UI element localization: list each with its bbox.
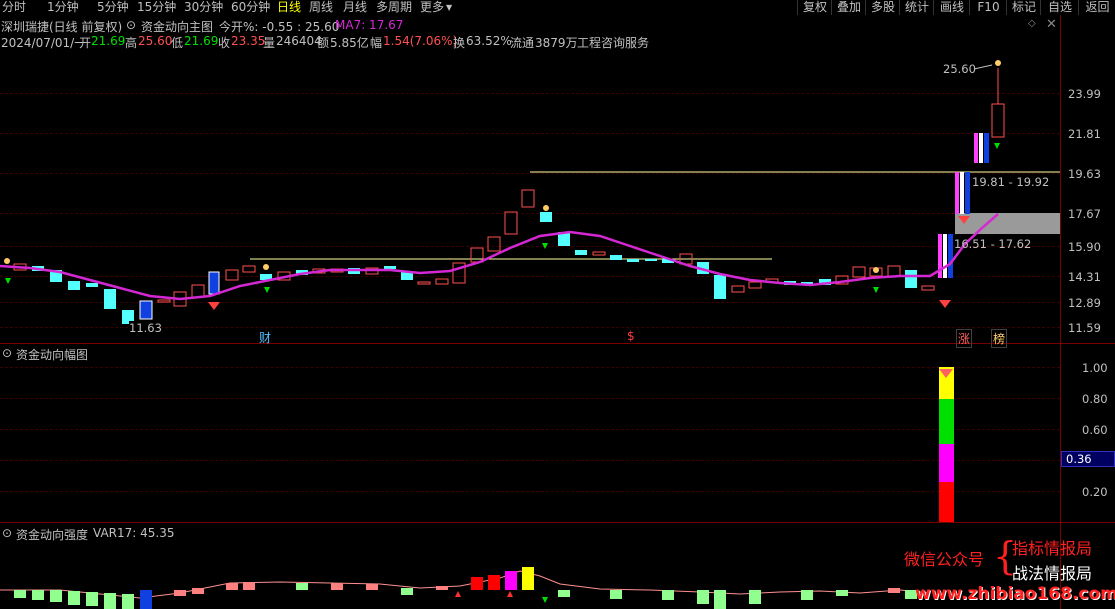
y-tick: 11.59: [1068, 321, 1101, 335]
ma7-line: [0, 213, 999, 301]
candles: [13, 68, 1005, 324]
high-marker-label: 25.60: [943, 62, 976, 76]
watermark-line2: 战法情报局: [1012, 564, 1093, 583]
billboard-marker[interactable]: 榜: [991, 329, 1008, 348]
watermark-left: 微信公众号: [904, 550, 985, 569]
y-tick: 23.99: [1068, 87, 1101, 101]
finance-marker[interactable]: 财: [259, 329, 271, 346]
btn-fanhui[interactable]: 返回: [1078, 0, 1115, 15]
y-tick: 0.20: [1082, 485, 1108, 499]
y-tick: 19.63: [1068, 167, 1101, 181]
watermark-url: www.zhibiao168.com: [915, 584, 1115, 604]
watermark-line1: 指标情报局: [1012, 539, 1093, 558]
limit-up-marker[interactable]: 涨: [956, 329, 973, 348]
y-tick: 0.80: [1082, 392, 1108, 406]
y-tick: 17.67: [1068, 207, 1101, 221]
dollar-marker[interactable]: $: [627, 329, 635, 343]
band-lower-label: 16.51 - 17.62: [954, 237, 1032, 251]
panel3-histogram: [0, 567, 931, 609]
high-pointer: [973, 64, 993, 70]
gray-band: [955, 213, 1060, 234]
y-tick: 12.89: [1068, 296, 1101, 310]
signal-arrows: [5, 143, 1000, 293]
runner-icons: [4, 60, 1001, 273]
y-tick: 14.31: [1068, 270, 1101, 284]
chart-canvas: [0, 60, 1060, 609]
current-value-box: 0.36: [1061, 451, 1115, 467]
band-upper-label: 19.81 - 19.92: [972, 175, 1050, 189]
current-value: 0.36: [1066, 452, 1092, 466]
y-tick: 1.00: [1082, 361, 1108, 375]
panel2-bar: [939, 367, 954, 522]
y-tick: 15.90: [1068, 240, 1101, 254]
low-marker-label: 11.63: [129, 321, 162, 335]
y-tick: 21.81: [1068, 127, 1101, 141]
y-tick: 0.60: [1082, 423, 1108, 437]
axis-separator: [1060, 15, 1061, 609]
